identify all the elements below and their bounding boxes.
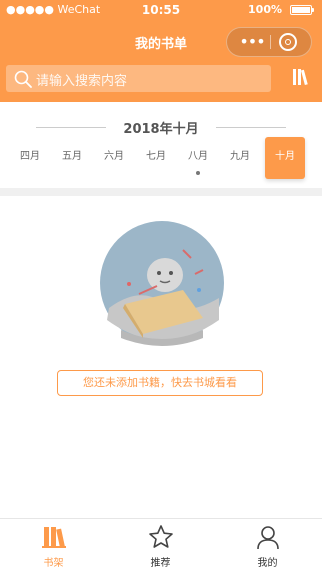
title-rule-right <box>216 127 286 128</box>
month-tab-august[interactable]: 八月 <box>178 137 218 179</box>
more-icon[interactable]: ••• <box>237 32 267 52</box>
go-to-bookstore-button[interactable]: 您还未添加书籍，快去书城看看 <box>57 370 263 396</box>
nav-bar: 我的书单 ••• <box>0 24 322 60</box>
month-label: 五月 <box>62 151 82 162</box>
header: ●●●●● WeChat 10:55 100% 我的书单 ••• 请输入搜索内容 <box>0 0 322 102</box>
month-selector: 四月 五月 六月 七月 八月 九月 十月 <box>8 137 314 179</box>
search-placeholder: 请输入搜索内容 <box>36 74 128 89</box>
bookshelf-icon[interactable] <box>292 66 314 88</box>
month-tab-september[interactable]: 九月 <box>220 137 260 179</box>
capsule-divider <box>270 35 271 49</box>
month-dot <box>196 171 200 175</box>
search-icon <box>14 70 32 88</box>
month-label: 八月 <box>188 151 208 162</box>
month-tab-october[interactable]: 十月 <box>265 137 305 179</box>
tab-bookshelf[interactable]: 书架 <box>0 519 107 569</box>
tab-label: 推荐 <box>150 558 171 569</box>
star-icon <box>149 525 173 548</box>
month-tab-may[interactable]: 五月 <box>52 137 92 179</box>
tab-bar: 书架 推荐 我的 <box>0 518 322 569</box>
battery-icon <box>290 5 314 15</box>
month-tab-june[interactable]: 六月 <box>94 137 134 179</box>
month-tab-july[interactable]: 七月 <box>136 137 176 179</box>
tab-label: 书架 <box>43 558 64 569</box>
close-icon[interactable] <box>279 33 297 51</box>
status-bar: ●●●●● WeChat 10:55 100% <box>0 0 322 20</box>
battery-percent: 100% <box>248 3 282 16</box>
search-input[interactable]: 请输入搜索内容 <box>6 65 271 92</box>
tab-label: 我的 <box>257 558 278 569</box>
section-divider <box>0 188 322 196</box>
empty-shelf-illustration <box>100 221 224 346</box>
books-icon <box>42 527 66 548</box>
month-label: 四月 <box>20 151 40 162</box>
user-icon <box>257 526 279 550</box>
tab-profile[interactable]: 我的 <box>214 519 321 569</box>
tab-recommend[interactable]: 推荐 <box>107 519 214 569</box>
month-tab-april[interactable]: 四月 <box>10 137 50 179</box>
month-label: 六月 <box>104 151 124 162</box>
month-label: 九月 <box>230 151 250 162</box>
month-label: 七月 <box>146 151 166 162</box>
month-label: 十月 <box>275 151 295 162</box>
mini-program-capsule: ••• <box>226 27 312 57</box>
